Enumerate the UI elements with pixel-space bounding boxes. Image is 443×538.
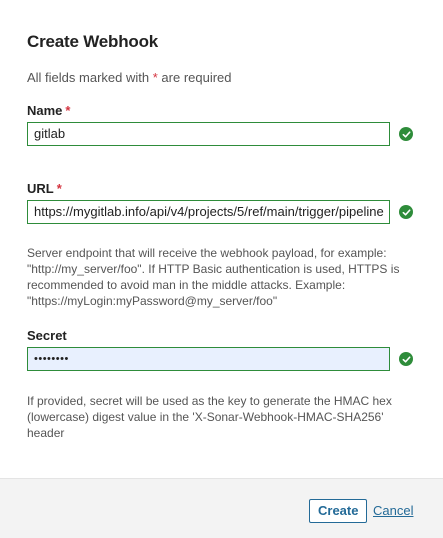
required-note: All fields marked with * are required: [27, 70, 232, 85]
required-note-prefix: All fields marked with: [27, 70, 150, 85]
check-circle-icon: [399, 205, 413, 219]
url-help-text: Server endpoint that will receive the we…: [27, 246, 400, 308]
secret-label: Secret: [27, 328, 67, 343]
secret-label-text: Secret: [27, 328, 67, 343]
url-label-text: URL: [27, 181, 54, 196]
cancel-link[interactable]: Cancel: [373, 501, 413, 521]
url-input[interactable]: https://mygitlab.info/api/v4/projects/5/…: [27, 200, 390, 224]
dialog-footer: Create Cancel: [0, 478, 443, 538]
create-button[interactable]: Create: [309, 499, 368, 523]
url-label: URL *: [27, 181, 62, 196]
name-label-text: Name: [27, 103, 63, 118]
name-label: Name *: [27, 103, 70, 118]
required-star: *: [65, 103, 71, 118]
check-circle-icon: [399, 127, 413, 141]
required-star: *: [152, 70, 158, 85]
dialog-title: Create Webhook: [27, 32, 159, 51]
required-note-suffix: are required: [161, 70, 232, 85]
secret-help-text: If provided, secret will be used as the …: [27, 394, 392, 440]
required-star: *: [56, 181, 62, 196]
secret-input[interactable]: ••••••••: [27, 347, 390, 371]
check-circle-icon: [399, 352, 413, 366]
name-input[interactable]: gitlab: [27, 122, 390, 146]
create-webhook-dialog: Create Webhook All fields marked with * …: [0, 0, 443, 538]
